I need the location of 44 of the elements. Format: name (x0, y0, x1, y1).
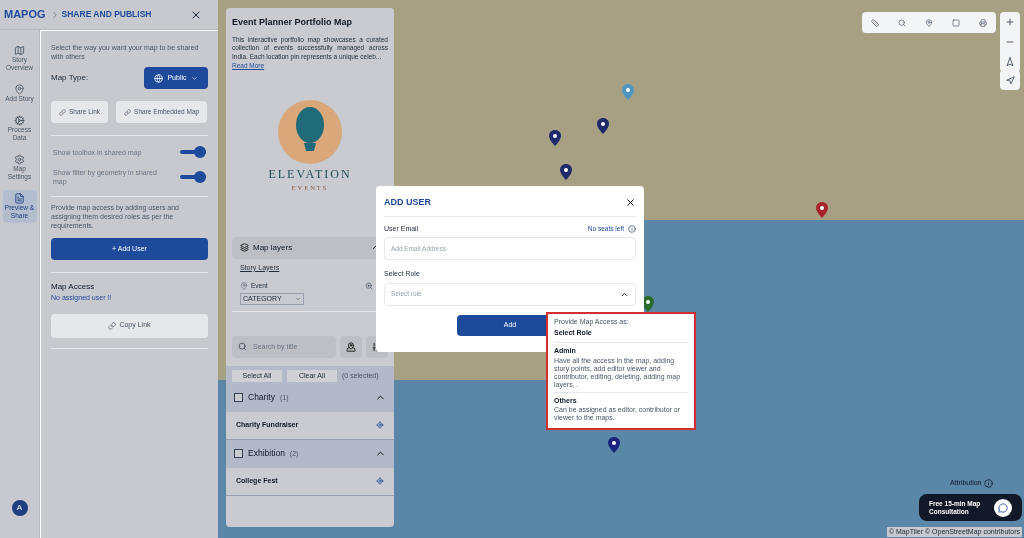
globe-icon (154, 73, 164, 83)
map-pin-icon[interactable] (816, 202, 828, 218)
story-title: Event Planner Portfolio Map (232, 16, 353, 29)
nav-icon (14, 45, 25, 56)
balloon-logo-drawing (277, 98, 343, 165)
target-icon (376, 477, 384, 486)
map-pin-icon[interactable] (560, 164, 572, 180)
link-icon (108, 321, 117, 330)
logo-title: ELEVATION (268, 165, 352, 183)
nav-icon (14, 193, 25, 204)
printer-icon[interactable] (978, 18, 987, 27)
layers-icon (240, 243, 249, 252)
map-pin-icon[interactable] (597, 118, 609, 134)
nav-icon (14, 84, 25, 95)
dialog-title: ADD USER (384, 196, 431, 209)
locate-icon[interactable] (1005, 75, 1015, 85)
search-icon[interactable] (898, 18, 907, 27)
nav-icon (14, 154, 25, 165)
checkbox[interactable] (234, 393, 243, 403)
pin-icon (346, 341, 356, 352)
target-icon (376, 421, 384, 430)
close-icon[interactable] (625, 197, 636, 209)
user-avatar[interactable]: A (11, 500, 28, 516)
map-type-label: Map Type: (51, 72, 89, 84)
ruler-icon[interactable] (871, 18, 880, 27)
checkbox[interactable] (234, 449, 243, 459)
map-pin-icon[interactable] (608, 437, 620, 453)
zoom-icon[interactable] (365, 281, 373, 290)
map-pin-icon[interactable] (549, 130, 561, 146)
pin-icon (240, 281, 248, 290)
pin-icon[interactable] (925, 18, 933, 27)
chat-icon (998, 503, 1008, 513)
panel-title: SHARE AND PUBLISH (61, 8, 152, 21)
search-icon (238, 342, 247, 352)
map-access-title: Map Access (51, 281, 96, 293)
toggle-switch[interactable] (180, 171, 206, 183)
pin-filter-button[interactable] (340, 335, 362, 358)
info-icon (628, 224, 636, 233)
info-icon (983, 478, 993, 488)
toggle-switch[interactable] (180, 146, 206, 158)
nav-icon (14, 115, 25, 126)
link-icon (124, 108, 132, 116)
app-logo: MAPOG (4, 7, 46, 23)
link-icon (59, 108, 66, 116)
